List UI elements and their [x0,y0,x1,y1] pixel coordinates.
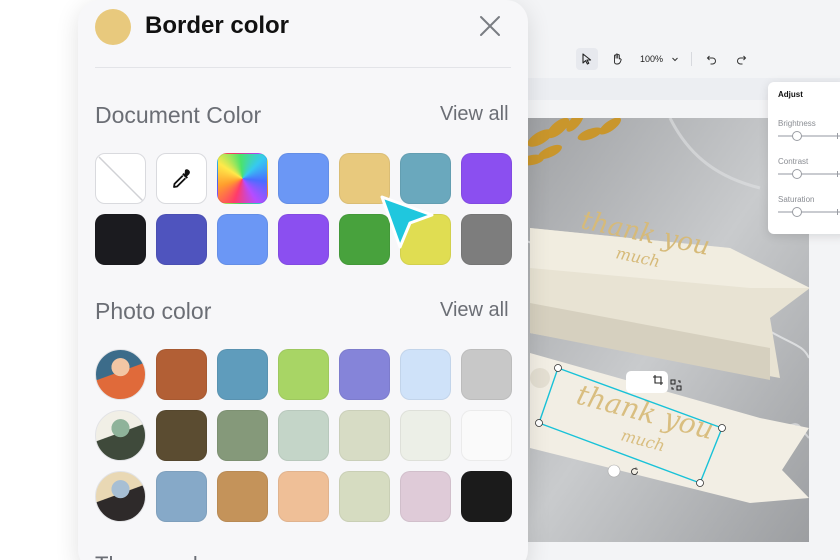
photo-color-swatch[interactable] [339,471,390,522]
app-screen: 100% thank you much thank you much Adjus… [0,0,840,560]
photo-color-swatch[interactable] [339,349,390,400]
photo-color-swatch[interactable] [156,471,207,522]
zoom-dropdown[interactable]: 100% [636,54,683,64]
photo-color-title: Photo color [95,298,212,324]
adjust-panel: Adjust Brightness Contrast Saturation [768,82,840,234]
hand-icon [614,53,622,65]
photo-color-swatch[interactable] [156,410,207,461]
document-color-swatch[interactable] [461,153,512,204]
close-icon[interactable] [478,14,502,38]
photo-color-swatch[interactable] [400,410,451,461]
pointer-cursor-icon [380,195,434,249]
photo-color-swatch[interactable] [339,410,390,461]
photo-color-swatch[interactable] [278,471,329,522]
select-tool-button[interactable] [576,48,598,70]
photo-color-swatch[interactable] [461,471,512,522]
current-color-swatch [95,9,131,45]
rotate-icon[interactable] [630,467,639,476]
photo-color-swatch[interactable] [461,410,512,461]
photo-thumbnail[interactable] [95,410,146,461]
no-color-slash-icon [98,156,145,203]
saturation-label: Saturation [778,195,815,204]
photo-thumbnail[interactable] [95,349,146,400]
eyedropper-button[interactable] [156,153,207,204]
photo-thumbnail[interactable] [95,471,146,522]
toolbar-divider [691,52,693,66]
crop-icon[interactable] [652,374,664,386]
photo-color-swatch[interactable] [461,349,512,400]
saturation-control: Saturation [778,195,840,217]
panel-header: Border color [78,0,528,68]
document-color-swatch[interactable] [278,153,329,204]
gradient-picker-swatch[interactable] [217,153,268,204]
photo-color-swatch[interactable] [278,349,329,400]
hand-tool-button[interactable] [606,48,628,70]
chevron-down-icon [672,57,678,62]
slider-tick [837,171,838,177]
photo-color-swatch[interactable] [217,471,268,522]
photo-color-swatch[interactable] [156,349,207,400]
photo-color-swatch[interactable] [278,410,329,461]
photo-color-swatch[interactable] [217,349,268,400]
zoom-level: 100% [640,54,664,64]
redo-icon [736,55,746,64]
replace-icon[interactable] [670,379,682,391]
adjust-title: Adjust [778,90,803,99]
pointer-icon [582,53,592,65]
canvas-photo: thank you much thank you much [520,118,809,542]
theme-color-title: Theme color [95,552,217,560]
saturation-slider[interactable] [778,207,840,217]
slider-tick [837,133,838,139]
eyedropper-icon [172,168,190,188]
undo-button[interactable] [700,48,722,70]
contrast-control: Contrast [778,157,840,179]
document-color-swatch[interactable] [95,214,146,265]
photo-color-swatch[interactable] [400,471,451,522]
canvas-toolbar: 100% [480,44,840,74]
contrast-slider[interactable] [778,169,840,179]
photo-color-swatch[interactable] [400,349,451,400]
contrast-label: Contrast [778,157,809,166]
document-color-title: Document Color [95,102,262,128]
design-canvas[interactable]: thank you much thank you much [520,118,809,542]
brightness-knob[interactable] [792,131,802,141]
header-divider [95,67,511,68]
no-color-swatch[interactable] [95,153,146,204]
document-color-grid [95,153,512,265]
photo-color-swatch[interactable] [217,410,268,461]
brightness-label: Brightness [778,119,816,128]
brightness-slider[interactable] [778,131,840,141]
document-color-swatch[interactable] [461,214,512,265]
document-color-swatch[interactable] [217,214,268,265]
document-color-swatch[interactable] [156,214,207,265]
document-color-swatch[interactable] [278,214,329,265]
panel-title: Border color [145,12,290,39]
slider-tick [837,209,838,215]
contrast-knob[interactable] [792,169,802,179]
document-view-all-link[interactable]: View all [440,103,509,126]
border-color-panel: Border color Document Color View all Pho… [78,0,528,560]
photo-view-all-link[interactable]: View all [440,299,509,322]
brightness-control: Brightness [778,119,840,141]
photo-color-grid [95,349,512,522]
undo-icon [706,55,716,64]
redo-button[interactable] [730,48,752,70]
saturation-knob[interactable] [792,207,802,217]
